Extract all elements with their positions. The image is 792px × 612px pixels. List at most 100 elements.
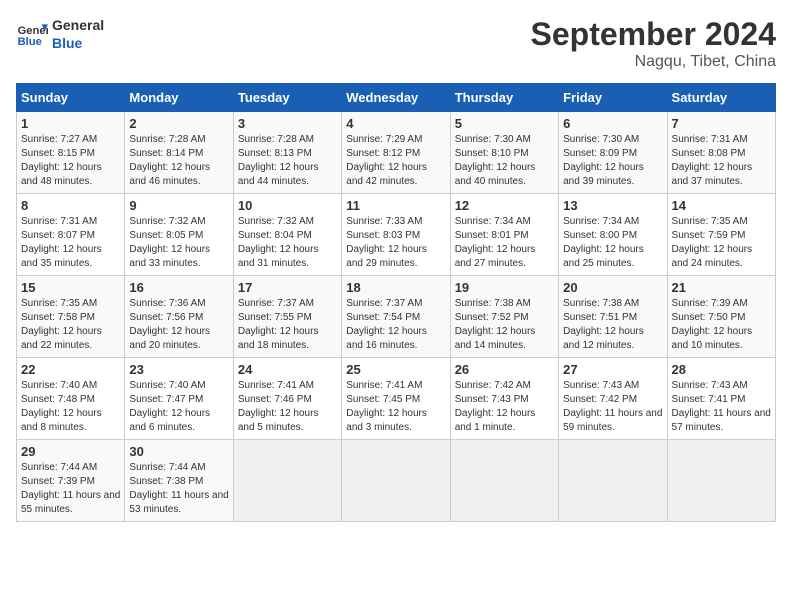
day-info: Sunrise: 7:40 AM Sunset: 7:48 PM Dayligh…: [21, 379, 120, 435]
day-number: 28: [672, 362, 771, 377]
day-info: Sunrise: 7:41 AM Sunset: 7:46 PM Dayligh…: [238, 379, 337, 435]
calendar-day-cell: 26 Sunrise: 7:42 AM Sunset: 7:43 PM Dayli…: [450, 358, 558, 440]
day-info: Sunrise: 7:34 AM Sunset: 8:00 PM Dayligh…: [563, 215, 662, 271]
calendar-day-cell: 10 Sunrise: 7:32 AM Sunset: 8:04 PM Dayli…: [233, 194, 341, 276]
day-info: Sunrise: 7:28 AM Sunset: 8:14 PM Dayligh…: [129, 133, 228, 189]
calendar-table: SundayMondayTuesdayWednesdayThursdayFrid…: [16, 83, 776, 522]
calendar-day-cell: 19Sunrise: 7:38 AM Sunset: 7:52 PM Dayli…: [450, 276, 558, 358]
calendar-day-cell: 2 Sunrise: 7:28 AM Sunset: 8:14 PM Daylig…: [125, 112, 233, 194]
day-info: Sunrise: 7:34 AM Sunset: 8:01 PM Dayligh…: [455, 215, 554, 271]
day-number: 21: [672, 280, 771, 295]
calendar-day-cell: 28 Sunrise: 7:43 AM Sunset: 7:41 PM Dayli…: [667, 358, 775, 440]
calendar-day-cell: 24 Sunrise: 7:41 AM Sunset: 7:46 PM Dayli…: [233, 358, 341, 440]
day-number: 3: [238, 116, 337, 131]
calendar-week-row: 15 Sunrise: 7:35 AM Sunset: 7:58 PM Dayli…: [17, 276, 776, 358]
calendar-day-cell: [342, 440, 450, 522]
day-number: 6: [563, 116, 662, 131]
calendar-day-cell: 21Sunrise: 7:39 AM Sunset: 7:50 PM Dayli…: [667, 276, 775, 358]
day-info: Sunrise: 7:35 AM Sunset: 7:59 PM Dayligh…: [672, 215, 771, 271]
day-number: 30: [129, 444, 228, 459]
day-number: 12: [455, 198, 554, 213]
logo: General Blue General Blue: [16, 16, 104, 52]
day-number: 10: [238, 198, 337, 213]
day-info: Sunrise: 7:41 AM Sunset: 7:45 PM Dayligh…: [346, 379, 445, 435]
day-info: Sunrise: 7:29 AM Sunset: 8:12 PM Dayligh…: [346, 133, 445, 189]
calendar-day-cell: 16 Sunrise: 7:36 AM Sunset: 7:56 PM Dayli…: [125, 276, 233, 358]
day-info: Sunrise: 7:35 AM Sunset: 7:58 PM Dayligh…: [21, 297, 120, 353]
day-number: 13: [563, 198, 662, 213]
calendar-day-cell: 4Sunrise: 7:29 AM Sunset: 8:12 PM Daylig…: [342, 112, 450, 194]
calendar-day-cell: 17 Sunrise: 7:37 AM Sunset: 7:55 PM Dayli…: [233, 276, 341, 358]
month-title: September 2024: [531, 16, 776, 53]
day-info: Sunrise: 7:43 AM Sunset: 7:41 PM Dayligh…: [672, 379, 771, 435]
weekday-header: Wednesday: [342, 84, 450, 112]
day-info: Sunrise: 7:38 AM Sunset: 7:52 PM Dayligh…: [455, 297, 554, 353]
logo-icon: General Blue: [16, 18, 48, 50]
day-info: Sunrise: 7:38 AM Sunset: 7:51 PM Dayligh…: [563, 297, 662, 353]
day-info: Sunrise: 7:33 AM Sunset: 8:03 PM Dayligh…: [346, 215, 445, 271]
weekday-header: Sunday: [17, 84, 125, 112]
day-number: 8: [21, 198, 120, 213]
day-number: 17: [238, 280, 337, 295]
day-info: Sunrise: 7:37 AM Sunset: 7:55 PM Dayligh…: [238, 297, 337, 353]
day-info: Sunrise: 7:32 AM Sunset: 8:05 PM Dayligh…: [129, 215, 228, 271]
day-number: 7: [672, 116, 771, 131]
day-info: Sunrise: 7:40 AM Sunset: 7:47 PM Dayligh…: [129, 379, 228, 435]
calendar-day-cell: 1 Sunrise: 7:27 AM Sunset: 8:15 PM Daylig…: [17, 112, 125, 194]
weekday-header: Tuesday: [233, 84, 341, 112]
day-number: 24: [238, 362, 337, 377]
calendar-week-row: 1 Sunrise: 7:27 AM Sunset: 8:15 PM Daylig…: [17, 112, 776, 194]
calendar-week-row: 22 Sunrise: 7:40 AM Sunset: 7:48 PM Dayli…: [17, 358, 776, 440]
day-number: 5: [455, 116, 554, 131]
day-number: 16: [129, 280, 228, 295]
title-block: September 2024 Nagqu, Tibet, China: [531, 16, 776, 71]
calendar-day-cell: 29Sunrise: 7:44 AM Sunset: 7:39 PM Dayli…: [17, 440, 125, 522]
day-number: 15: [21, 280, 120, 295]
day-info: Sunrise: 7:31 AM Sunset: 8:07 PM Dayligh…: [21, 215, 120, 271]
calendar-day-cell: [450, 440, 558, 522]
day-number: 2: [129, 116, 228, 131]
calendar-day-cell: 20 Sunrise: 7:38 AM Sunset: 7:51 PM Dayli…: [559, 276, 667, 358]
day-number: 14: [672, 198, 771, 213]
day-info: Sunrise: 7:36 AM Sunset: 7:56 PM Dayligh…: [129, 297, 228, 353]
calendar-day-cell: 15 Sunrise: 7:35 AM Sunset: 7:58 PM Dayli…: [17, 276, 125, 358]
calendar-day-cell: 13 Sunrise: 7:34 AM Sunset: 8:00 PM Dayli…: [559, 194, 667, 276]
calendar-day-cell: [559, 440, 667, 522]
day-info: Sunrise: 7:44 AM Sunset: 7:38 PM Dayligh…: [129, 461, 228, 517]
calendar-day-cell: [233, 440, 341, 522]
day-number: 1: [21, 116, 120, 131]
calendar-day-cell: 27Sunrise: 7:43 AM Sunset: 7:42 PM Dayli…: [559, 358, 667, 440]
day-number: 22: [21, 362, 120, 377]
day-info: Sunrise: 7:44 AM Sunset: 7:39 PM Dayligh…: [21, 461, 120, 517]
calendar-day-cell: 8 Sunrise: 7:31 AM Sunset: 8:07 PM Daylig…: [17, 194, 125, 276]
calendar-day-cell: 12 Sunrise: 7:34 AM Sunset: 8:01 PM Dayli…: [450, 194, 558, 276]
calendar-day-cell: 5Sunrise: 7:30 AM Sunset: 8:10 PM Daylig…: [450, 112, 558, 194]
day-number: 25: [346, 362, 445, 377]
day-info: Sunrise: 7:32 AM Sunset: 8:04 PM Dayligh…: [238, 215, 337, 271]
day-number: 20: [563, 280, 662, 295]
svg-text:Blue: Blue: [18, 36, 42, 48]
location: Nagqu, Tibet, China: [531, 53, 776, 71]
day-number: 11: [346, 198, 445, 213]
calendar-week-row: 29Sunrise: 7:44 AM Sunset: 7:39 PM Dayli…: [17, 440, 776, 522]
weekday-header-row: SundayMondayTuesdayWednesdayThursdayFrid…: [17, 84, 776, 112]
logo-text: General Blue: [52, 16, 104, 52]
day-info: Sunrise: 7:27 AM Sunset: 8:15 PM Dayligh…: [21, 133, 120, 189]
day-info: Sunrise: 7:42 AM Sunset: 7:43 PM Dayligh…: [455, 379, 554, 435]
day-number: 23: [129, 362, 228, 377]
calendar-day-cell: [667, 440, 775, 522]
day-number: 9: [129, 198, 228, 213]
day-info: Sunrise: 7:28 AM Sunset: 8:13 PM Dayligh…: [238, 133, 337, 189]
calendar-day-cell: 6Sunrise: 7:30 AM Sunset: 8:09 PM Daylig…: [559, 112, 667, 194]
calendar-day-cell: 7Sunrise: 7:31 AM Sunset: 8:08 PM Daylig…: [667, 112, 775, 194]
calendar-day-cell: 14 Sunrise: 7:35 AM Sunset: 7:59 PM Dayli…: [667, 194, 775, 276]
day-info: Sunrise: 7:37 AM Sunset: 7:54 PM Dayligh…: [346, 297, 445, 353]
calendar-day-cell: 9 Sunrise: 7:32 AM Sunset: 8:05 PM Daylig…: [125, 194, 233, 276]
day-number: 26: [455, 362, 554, 377]
weekday-header: Thursday: [450, 84, 558, 112]
day-info: Sunrise: 7:43 AM Sunset: 7:42 PM Dayligh…: [563, 379, 662, 435]
day-number: 18: [346, 280, 445, 295]
calendar-day-cell: 3 Sunrise: 7:28 AM Sunset: 8:13 PM Daylig…: [233, 112, 341, 194]
calendar-week-row: 8 Sunrise: 7:31 AM Sunset: 8:07 PM Daylig…: [17, 194, 776, 276]
calendar-day-cell: 25 Sunrise: 7:41 AM Sunset: 7:45 PM Dayli…: [342, 358, 450, 440]
